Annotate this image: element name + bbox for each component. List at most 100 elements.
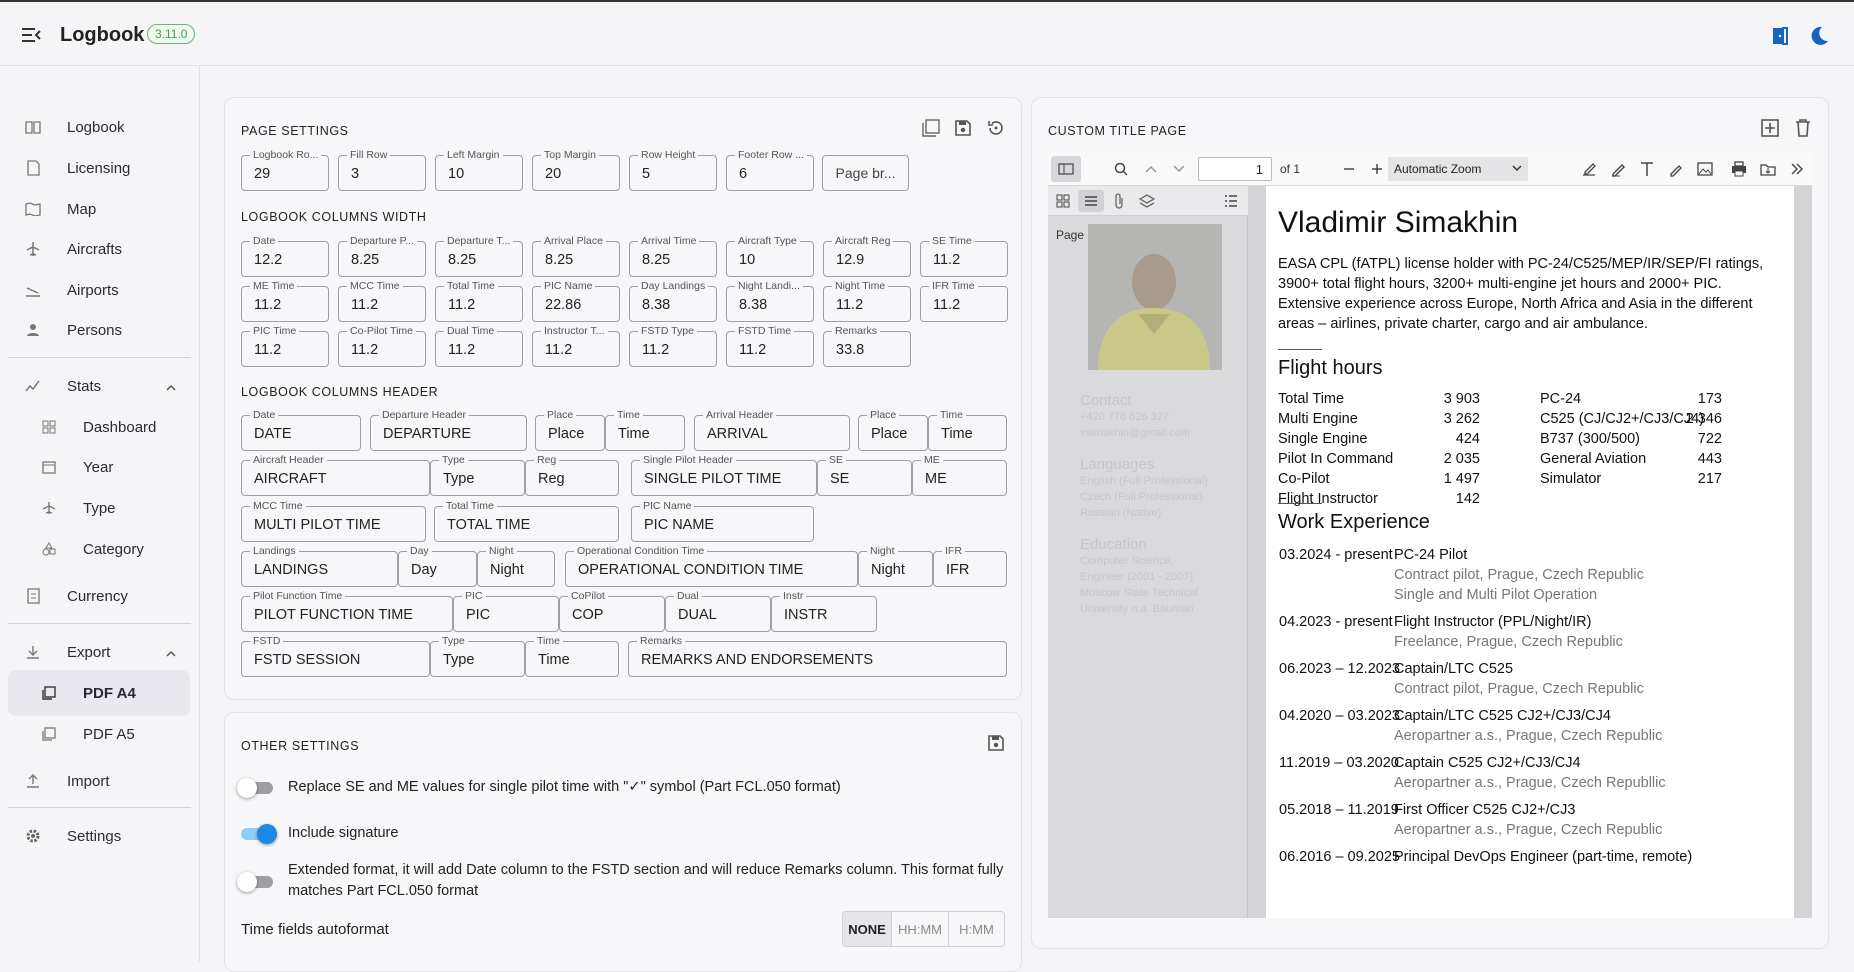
layers-icon[interactable] (1138, 192, 1156, 210)
image-icon[interactable] (1696, 160, 1714, 178)
column-width-field[interactable]: Departure T... 8.25 (435, 235, 523, 277)
column-header-field[interactable]: PIC Name PIC NAME (631, 500, 814, 542)
column-header-field[interactable]: Type Type (430, 635, 525, 677)
column-width-field[interactable]: Dual Time 11.2 (435, 325, 523, 367)
column-header-field[interactable]: Departure Header DEPARTURE (370, 409, 527, 451)
print-icon[interactable] (1730, 160, 1748, 178)
row-height-field[interactable]: Row Height 5 (629, 149, 717, 191)
logbook-rows-field[interactable]: Logbook Ro... 29 (241, 149, 329, 191)
column-header-field[interactable]: Operational Condition Time OPERATIONAL CO… (565, 545, 858, 587)
column-header-field[interactable]: Place Place (535, 409, 605, 451)
column-header-field[interactable]: Reg Reg (525, 454, 619, 496)
column-header-field[interactable]: Time Time (605, 409, 685, 451)
highlight-icon[interactable] (1609, 160, 1627, 178)
zoom-out-icon[interactable] (1340, 160, 1358, 178)
sidebar-item-licensing[interactable]: Licensing (8, 145, 190, 191)
save-icon[interactable] (986, 733, 1006, 753)
column-header-field[interactable]: Night Night (858, 545, 933, 587)
replace-se-me-toggle[interactable] (237, 777, 277, 798)
column-width-field[interactable]: Total Time 11.2 (435, 280, 523, 322)
sidebar-item-year[interactable]: Year (8, 444, 190, 490)
column-width-field[interactable]: ME Time 11.2 (241, 280, 329, 322)
column-width-field[interactable]: PIC Time 11.2 (241, 325, 329, 367)
chevron-down-icon[interactable] (1170, 160, 1188, 178)
column-header-field[interactable]: Pilot Function Time PILOT FUNCTION TIME (241, 590, 453, 632)
column-header-field[interactable]: PIC PIC (453, 590, 559, 632)
autoformat-none-button[interactable]: NONE (843, 912, 892, 946)
column-header-field[interactable]: Place Place (858, 409, 928, 451)
current-outline-icon[interactable] (1222, 192, 1240, 210)
column-header-field[interactable]: Aircraft Header AIRCRAFT (241, 454, 430, 496)
sidebar-item-export[interactable]: Export (8, 629, 190, 675)
sidebar-item-stats[interactable]: Stats (8, 363, 190, 409)
column-header-field[interactable]: SE SE (817, 454, 912, 496)
outline-icon[interactable] (1078, 190, 1104, 212)
page-number-input[interactable]: 1 (1198, 157, 1272, 181)
sidebar-item-pdf-a5[interactable]: PDF A5 (8, 711, 190, 757)
column-width-field[interactable]: Departure P... 8.25 (338, 235, 426, 277)
column-width-field[interactable]: SE Time 11.2 (920, 235, 1008, 277)
attachment-icon[interactable] (1110, 192, 1128, 210)
pdf-scrollbar-track[interactable] (1794, 186, 1812, 918)
delete-icon[interactable] (1793, 118, 1813, 138)
column-width-field[interactable]: FSTD Type 11.2 (629, 325, 717, 367)
sidebar-item-type[interactable]: Type (8, 485, 190, 531)
column-header-field[interactable]: MCC Time MULTI PILOT TIME (241, 500, 426, 542)
sidebar-item-import[interactable]: Import (8, 758, 190, 804)
footer-row-field[interactable]: Footer Row ... 6 (726, 149, 814, 191)
column-header-field[interactable]: Time Time (525, 635, 619, 677)
sidebar-item-persons[interactable]: Persons (8, 307, 190, 353)
column-header-field[interactable]: Date DATE (241, 409, 361, 451)
column-width-field[interactable]: MCC Time 11.2 (338, 280, 426, 322)
column-header-field[interactable]: Total Time TOTAL TIME (434, 500, 619, 542)
restore-defaults-icon[interactable] (986, 118, 1006, 138)
dark-mode-icon[interactable] (1808, 25, 1830, 47)
top-margin-field[interactable]: Top Margin 20 (532, 149, 620, 191)
zoom-select[interactable]: Automatic Zoom (1388, 157, 1528, 181)
column-width-field[interactable]: Remarks 33.8 (823, 325, 911, 367)
column-width-field[interactable]: PIC Name 22.86 (532, 280, 620, 322)
edit-icon[interactable] (1580, 160, 1598, 178)
column-header-field[interactable]: Type Type (430, 454, 525, 496)
column-header-field[interactable]: Night Night (477, 545, 555, 587)
save-pdf-icon[interactable] (1759, 160, 1777, 178)
column-header-field[interactable]: Day Day (398, 545, 477, 587)
column-width-field[interactable]: IFR Time 11.2 (920, 280, 1008, 322)
pdf-preview-icon[interactable] (921, 118, 941, 138)
logout-icon[interactable] (1770, 26, 1790, 46)
sidebar-item-category[interactable]: Category (8, 526, 190, 572)
add-file-icon[interactable] (1760, 118, 1780, 138)
column-header-field[interactable]: FSTD FSTD SESSION (241, 635, 430, 677)
column-header-field[interactable]: Dual DUAL (665, 590, 771, 632)
column-header-field[interactable]: CoPilot COP (559, 590, 665, 632)
menu-toggle-icon[interactable] (20, 24, 42, 46)
column-width-field[interactable]: FSTD Time 11.2 (726, 325, 814, 367)
include-signature-toggle[interactable] (237, 823, 277, 844)
text-icon[interactable] (1638, 160, 1656, 178)
zoom-in-icon[interactable] (1368, 160, 1386, 178)
double-chevron-right-icon[interactable] (1788, 160, 1806, 178)
column-width-field[interactable]: Day Landings 8.38 (629, 280, 717, 322)
fill-row-field[interactable]: Fill Row 3 (338, 149, 426, 191)
sidebar-item-settings[interactable]: Settings (8, 813, 190, 859)
column-width-field[interactable]: Date 12.2 (241, 235, 329, 277)
column-header-field[interactable]: Time Time (928, 409, 1007, 451)
column-width-field[interactable]: Arrival Time 8.25 (629, 235, 717, 277)
column-width-field[interactable]: Arrival Place 8.25 (532, 235, 620, 277)
column-width-field[interactable]: Co-Pilot Time 11.2 (338, 325, 426, 367)
column-width-field[interactable]: Night Landi... 8.38 (726, 280, 814, 322)
autoformat-hmm-button[interactable]: H:MM (949, 912, 1004, 946)
column-header-field[interactable]: Single Pilot Header SINGLE PILOT TIME (631, 454, 817, 496)
search-icon[interactable] (1112, 160, 1130, 178)
sidebar-item-aircrafts[interactable]: Aircrafts (8, 226, 190, 272)
sidebar-item-pdf-a4[interactable]: PDF A4 (8, 670, 190, 716)
column-header-field[interactable]: Arrival Header ARRIVAL (694, 409, 850, 451)
column-header-field[interactable]: Remarks REMARKS AND ENDORSEMENTS (628, 635, 1007, 677)
column-width-field[interactable]: Aircraft Reg 12.9 (823, 235, 911, 277)
column-header-field[interactable]: IFR IFR (933, 545, 1007, 587)
draw-icon[interactable] (1667, 160, 1685, 178)
chevron-up-icon[interactable] (1142, 160, 1160, 178)
column-header-field[interactable]: Instr INSTR (771, 590, 877, 632)
thumbnails-icon[interactable] (1054, 192, 1072, 210)
autoformat-hhmm-button[interactable]: HH:MM (892, 912, 949, 946)
